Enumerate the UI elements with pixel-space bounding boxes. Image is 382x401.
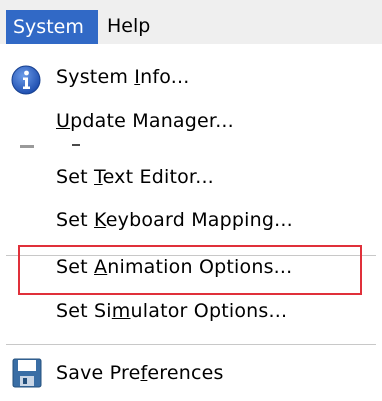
update-icon-mark bbox=[72, 144, 80, 146]
menu-item-set-keyboard-mapping[interactable]: Set Keyboard Mapping... bbox=[56, 209, 293, 231]
menu-item-label-post: erences bbox=[147, 362, 224, 384]
menu-item-label-pre: Set bbox=[56, 166, 95, 188]
menubar: System Help bbox=[0, 0, 382, 45]
update-icon bbox=[20, 145, 34, 148]
mnemonic-char: T bbox=[94, 166, 103, 188]
mnemonic-char: m bbox=[111, 300, 131, 322]
menu-item-label-pre: Set bbox=[56, 256, 95, 278]
menu-item-label-post: nfo... bbox=[140, 66, 190, 88]
mnemonic-char: K bbox=[94, 209, 106, 231]
menu-item-label-pre: System bbox=[56, 66, 135, 88]
mnemonic-char: U bbox=[56, 110, 71, 132]
system-menu-dropdown: System Info... Update Manager... Set Tex… bbox=[0, 44, 382, 401]
menu-help[interactable]: Help bbox=[100, 9, 157, 43]
menu-item-label-post: eyboard Mapping... bbox=[105, 209, 293, 231]
menu-item-save-preferences[interactable]: Save Preferences bbox=[56, 362, 224, 384]
menu-item-label-pre: Set Si bbox=[56, 300, 112, 322]
save-icon bbox=[12, 358, 42, 388]
menu-item-label-post: ulator Options... bbox=[130, 300, 288, 322]
menu-item-label-post: nimation Options... bbox=[107, 256, 293, 278]
menu-item-set-simulator-options[interactable]: Set Simulator Options... bbox=[56, 300, 287, 322]
mnemonic-char: A bbox=[94, 256, 108, 278]
menu-item-set-animation-options[interactable]: Set Animation Options... bbox=[56, 256, 292, 278]
menu-item-label-post: pdate Manager... bbox=[70, 110, 234, 132]
menu-system[interactable]: System bbox=[6, 10, 98, 44]
menu-item-set-text-editor[interactable]: Set Text Editor... bbox=[56, 166, 214, 188]
menu-separator bbox=[6, 344, 376, 345]
menu-item-system-info[interactable]: System Info... bbox=[56, 66, 189, 88]
menu-item-label-pre: Set bbox=[56, 209, 95, 231]
menu-item-label-post: ext Editor... bbox=[102, 166, 214, 188]
menu-item-label-pre: Save Pre bbox=[56, 362, 141, 384]
menu-item-update-manager[interactable]: Update Manager... bbox=[56, 110, 234, 132]
info-icon bbox=[11, 65, 41, 95]
